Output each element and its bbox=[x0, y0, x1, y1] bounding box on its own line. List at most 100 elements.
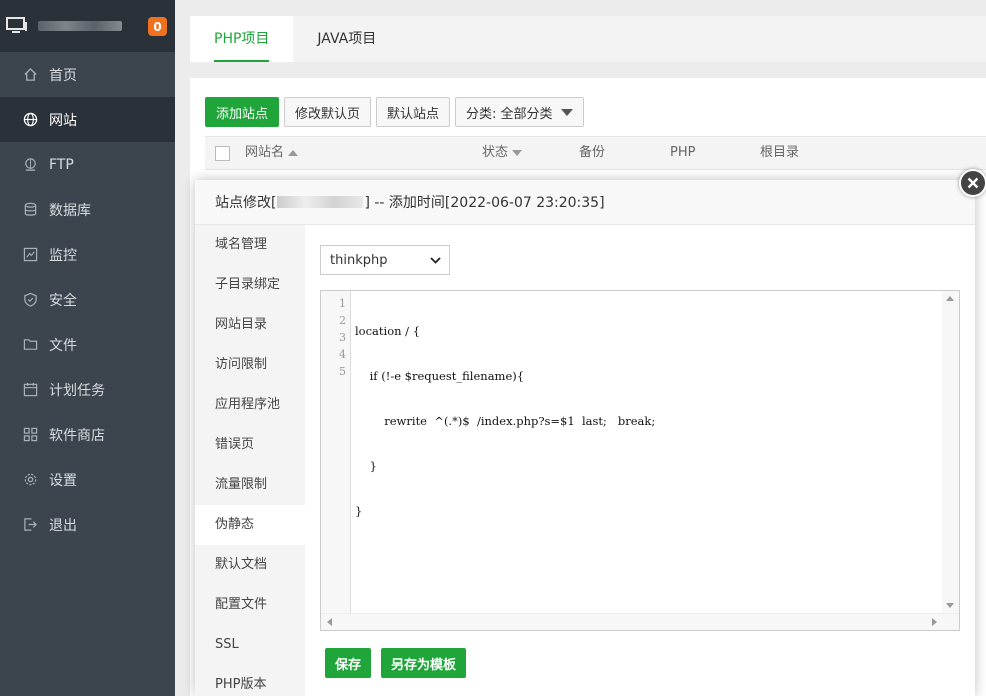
sidebar-item-settings[interactable]: 设置 bbox=[0, 457, 175, 502]
folder-icon bbox=[22, 337, 38, 353]
modal-side-menu: 域名管理 子目录绑定 网站目录 访问限制 应用程序池 错误页 流量限制 伪静态 … bbox=[195, 225, 305, 696]
scroll-down-icon[interactable] bbox=[946, 603, 954, 608]
horizontal-scrollbar[interactable] bbox=[321, 613, 959, 630]
menu-config-file[interactable]: 配置文件 bbox=[195, 585, 305, 625]
save-as-template-button[interactable]: 另存为模板 bbox=[381, 648, 467, 678]
column-header-root-dir: 根目录 bbox=[760, 145, 800, 160]
chevron-down-icon bbox=[430, 256, 441, 264]
site-name-redacted bbox=[277, 196, 364, 208]
rewrite-template-value: thinkphp bbox=[330, 252, 388, 268]
menu-app-pool[interactable]: 应用程序池 bbox=[195, 385, 305, 425]
scroll-right-icon[interactable] bbox=[932, 618, 937, 626]
column-header-site-name[interactable]: 网站名 bbox=[245, 137, 299, 169]
ftp-icon bbox=[22, 157, 38, 173]
column-header-php: PHP bbox=[670, 145, 696, 160]
logout-icon bbox=[22, 517, 38, 533]
sidebar-item-label: 文件 bbox=[49, 337, 77, 354]
monitor-icon bbox=[6, 17, 27, 33]
sidebar-item-cron[interactable]: 计划任务 bbox=[0, 367, 175, 412]
sidebar-header: 0 bbox=[0, 0, 175, 52]
menu-site-directory[interactable]: 网站目录 bbox=[195, 305, 305, 345]
site-toolbar: 添加站点 修改默认页 默认站点 分类: 全部分类 bbox=[205, 97, 584, 127]
sidebar-item-logout[interactable]: 退出 bbox=[0, 502, 175, 547]
menu-ssl[interactable]: SSL bbox=[195, 625, 305, 665]
select-all-checkbox[interactable] bbox=[215, 146, 230, 161]
code-line: } bbox=[355, 504, 363, 518]
line-number: 4 bbox=[339, 348, 346, 361]
sidebar-item-label: 软件商店 bbox=[49, 427, 105, 444]
gear-icon bbox=[22, 472, 38, 488]
monitor-chart-icon bbox=[22, 247, 38, 263]
sidebar-item-label: 网站 bbox=[49, 112, 77, 129]
sidebar-item-home[interactable]: 首页 bbox=[0, 52, 175, 97]
menu-rewrite-rules[interactable]: 伪静态 bbox=[195, 505, 305, 545]
menu-traffic-limit[interactable]: 流量限制 bbox=[195, 465, 305, 505]
sidebar: 0 首页 网站 FTP 数据库 监控 安全 文件 计划任务 软件商店 设置 退出 bbox=[0, 0, 175, 696]
code-line: if (!-e $request_filename){ bbox=[355, 369, 525, 383]
column-header-status[interactable]: 状态 bbox=[482, 137, 523, 169]
modal-title: 站点修改[ ] -- 添加时间[2022-06-07 23:20:35] bbox=[195, 180, 975, 225]
site-edit-modal: 站点修改[ ] -- 添加时间[2022-06-07 23:20:35] 域名管… bbox=[195, 180, 975, 696]
sidebar-item-label: 计划任务 bbox=[49, 382, 105, 399]
scroll-left-icon[interactable] bbox=[327, 618, 332, 626]
rewrite-template-select[interactable]: thinkphp bbox=[320, 245, 450, 275]
notification-badge[interactable]: 0 bbox=[148, 17, 167, 36]
menu-error-page[interactable]: 错误页 bbox=[195, 425, 305, 465]
menu-access-restriction[interactable]: 访问限制 bbox=[195, 345, 305, 385]
sidebar-item-label: 退出 bbox=[49, 517, 77, 534]
home-icon bbox=[22, 67, 38, 83]
code-content[interactable]: location / { if (!-e $request_filename){… bbox=[355, 295, 655, 548]
sidebar-item-ftp[interactable]: FTP bbox=[0, 142, 175, 187]
line-number: 5 bbox=[339, 365, 346, 378]
sidebar-item-security[interactable]: 安全 bbox=[0, 277, 175, 322]
save-button[interactable]: 保存 bbox=[325, 648, 372, 678]
site-table-header: 网站名 状态 备份 PHP 根目录 bbox=[205, 136, 986, 170]
sidebar-item-label: 设置 bbox=[49, 472, 77, 489]
server-hostname-redacted bbox=[38, 21, 122, 31]
globe-icon bbox=[22, 112, 38, 128]
code-line: rewrite ^(.*)$ /index.php?s=$1 last; bre… bbox=[355, 414, 656, 428]
category-dropdown-label: 分类: 全部分类 bbox=[466, 106, 553, 122]
edit-default-page-button[interactable]: 修改默认页 bbox=[284, 97, 372, 127]
tab-php-projects[interactable]: PHP项目 bbox=[190, 16, 294, 62]
scroll-up-icon[interactable] bbox=[946, 296, 954, 301]
sidebar-item-store[interactable]: 软件商店 bbox=[0, 412, 175, 457]
menu-php-version[interactable]: PHP版本 bbox=[195, 665, 305, 696]
shield-icon bbox=[22, 292, 38, 308]
project-tabs: PHP项目 JAVA项目 bbox=[190, 16, 986, 62]
line-number: 2 bbox=[339, 314, 346, 327]
modal-actions: 保存 另存为模板 bbox=[325, 648, 467, 678]
caret-down-icon bbox=[560, 108, 573, 116]
column-header-backup: 备份 bbox=[579, 145, 606, 160]
sidebar-item-database[interactable]: 数据库 bbox=[0, 187, 175, 232]
sidebar-item-label: 安全 bbox=[49, 292, 77, 309]
calendar-icon bbox=[22, 382, 38, 398]
vertical-scrollbar[interactable] bbox=[942, 291, 959, 613]
menu-subdirectory-binding[interactable]: 子目录绑定 bbox=[195, 265, 305, 305]
line-number-gutter: 1 2 3 4 5 bbox=[321, 291, 351, 613]
modal-close-button[interactable] bbox=[959, 169, 986, 197]
line-number: 3 bbox=[339, 331, 346, 344]
sidebar-item-website[interactable]: 网站 bbox=[0, 97, 175, 142]
default-site-button[interactable]: 默认站点 bbox=[376, 97, 451, 127]
menu-domain-management[interactable]: 域名管理 bbox=[195, 225, 305, 265]
code-line: } bbox=[355, 459, 377, 473]
grid-icon bbox=[22, 427, 38, 443]
tab-java-projects[interactable]: JAVA项目 bbox=[293, 16, 400, 62]
rewrite-code-editor[interactable]: 1 2 3 4 5 location / { if (!-e $request_… bbox=[320, 290, 960, 631]
close-icon bbox=[967, 177, 979, 189]
sidebar-menu: 首页 网站 FTP 数据库 监控 安全 文件 计划任务 软件商店 设置 退出 bbox=[0, 52, 175, 547]
sort-desc-icon bbox=[512, 149, 523, 156]
database-icon bbox=[22, 202, 38, 218]
sidebar-item-label: FTP bbox=[49, 156, 74, 173]
sidebar-item-files[interactable]: 文件 bbox=[0, 322, 175, 367]
code-line: location / { bbox=[355, 324, 421, 338]
add-site-button[interactable]: 添加站点 bbox=[205, 97, 280, 127]
category-dropdown[interactable]: 分类: 全部分类 bbox=[455, 97, 584, 127]
sidebar-item-monitor[interactable]: 监控 bbox=[0, 232, 175, 277]
sidebar-item-label: 数据库 bbox=[49, 202, 91, 219]
sort-asc-icon bbox=[288, 149, 299, 156]
sidebar-item-label: 监控 bbox=[49, 247, 77, 264]
menu-default-document[interactable]: 默认文档 bbox=[195, 545, 305, 585]
line-number: 1 bbox=[339, 297, 346, 310]
